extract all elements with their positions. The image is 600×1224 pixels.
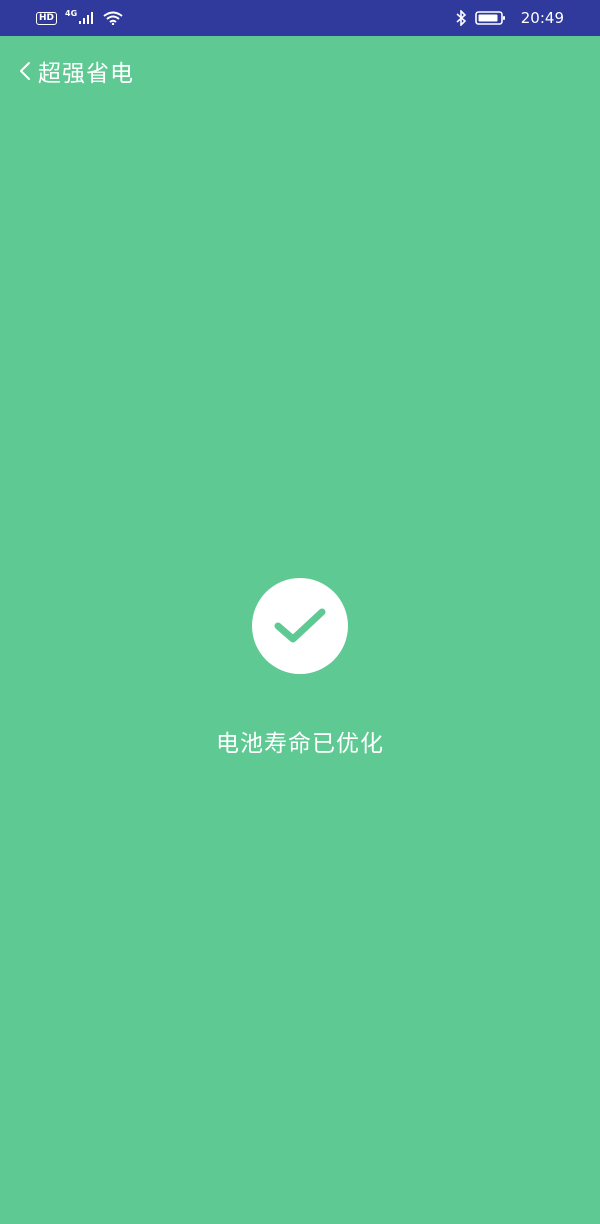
app-bar: 超强省电 bbox=[0, 36, 600, 106]
signal-icon bbox=[79, 12, 94, 24]
check-icon bbox=[274, 608, 326, 643]
status-bar: HD 4G 20:49 bbox=[0, 0, 600, 36]
bluetooth-icon bbox=[456, 10, 466, 26]
check-circle bbox=[252, 578, 348, 674]
result-message: 电池寿命已优化 bbox=[216, 731, 384, 757]
chevron-left-icon bbox=[20, 62, 30, 80]
result-section: 电池寿命已优化 bbox=[0, 578, 600, 758]
wifi-icon bbox=[103, 11, 123, 25]
back-button[interactable]: 超强省电 bbox=[18, 54, 134, 88]
status-left: HD 4G bbox=[36, 8, 123, 25]
status-time: 20:49 bbox=[520, 9, 564, 27]
battery-icon bbox=[474, 11, 505, 25]
hd-icon: HD bbox=[36, 11, 58, 25]
network-type-label: 4G bbox=[65, 8, 78, 18]
status-right: 20:49 bbox=[455, 9, 564, 27]
page-title: 超强省电 bbox=[38, 61, 134, 87]
